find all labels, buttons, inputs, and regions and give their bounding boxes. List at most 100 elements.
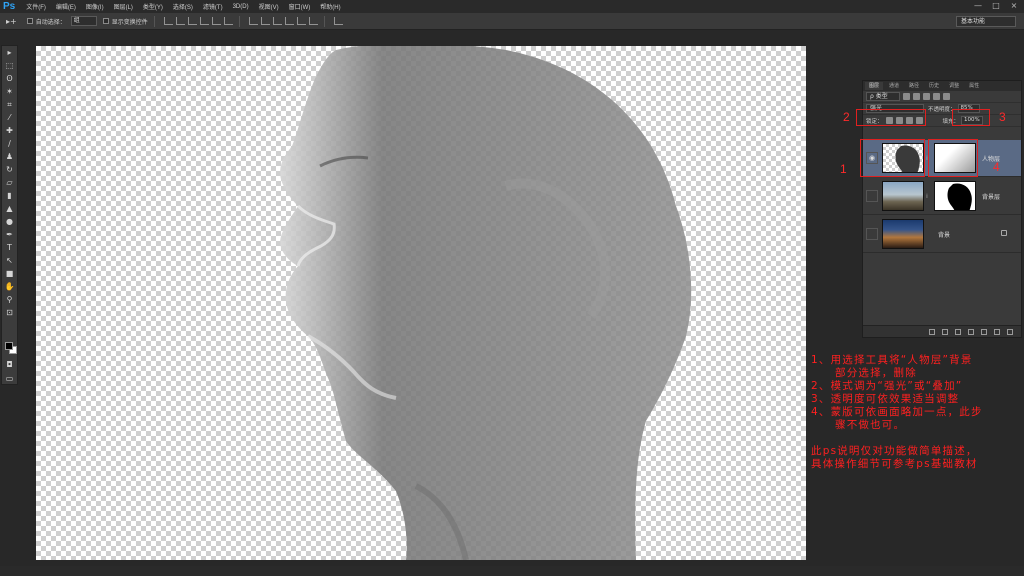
filter-adjust-icon[interactable] (913, 93, 920, 100)
eye-icon[interactable] (866, 228, 878, 240)
instruction-notes: 1、用选择工具将“人物层”背景 部分选择，删除 2、模式调为“强光”或“叠加” … (811, 354, 1021, 471)
stamp-tool-icon[interactable]: ♟ (2, 151, 17, 163)
menu-window[interactable]: 窗口(W) (284, 2, 316, 11)
workspace-dropdown[interactable]: 基本功能 (956, 16, 1016, 27)
document-canvas[interactable] (36, 46, 806, 560)
magic-wand-icon[interactable]: ✶ (2, 86, 17, 98)
annotation-box-opacity (952, 109, 990, 126)
eyedropper-icon[interactable]: ⁄ (2, 112, 17, 124)
tab-properties[interactable]: 属性 (965, 82, 983, 90)
eye-icon[interactable] (866, 190, 878, 202)
menu-image[interactable]: 图像(I) (81, 2, 109, 11)
adjustment-layer-icon[interactable] (968, 328, 974, 335)
tab-history[interactable]: 历史 (925, 82, 943, 90)
layer-name[interactable]: 背景 (938, 230, 950, 239)
gradient-tool-icon[interactable]: ▮ (2, 190, 17, 202)
distribute-left-icon[interactable] (284, 17, 294, 25)
align-right-icon[interactable] (223, 17, 233, 25)
menu-3d[interactable]: 3D(D) (228, 4, 254, 10)
filter-type-icon[interactable] (923, 93, 930, 100)
annotation-number-4: 4 (993, 160, 1000, 174)
type-tool-icon[interactable]: T (2, 242, 17, 254)
move-tool-icon[interactable]: ▸ (2, 47, 17, 59)
menu-layer[interactable]: 图层(L) (109, 2, 138, 11)
status-bar (0, 566, 1024, 576)
note-line: 骤不做也可。 (835, 419, 906, 431)
portrait-silhouette (280, 46, 692, 560)
menu-help[interactable]: 帮助(H) (315, 2, 345, 11)
layer-style-icon[interactable] (942, 328, 948, 335)
filter-pixel-icon[interactable] (903, 93, 910, 100)
portrait-mask-thumb (947, 183, 972, 210)
filter-row: ρ 类型 (863, 91, 1021, 103)
zoom-tool-icon[interactable]: ⚲ (2, 294, 17, 306)
menu-file[interactable]: 文件(F) (21, 2, 51, 11)
minimize-icon[interactable]: — (972, 1, 984, 10)
eraser-icon[interactable]: ▱ (2, 177, 17, 189)
hand-tool-icon[interactable]: ✋ (2, 281, 17, 293)
link-icon[interactable]: ⁞ (924, 193, 930, 200)
layer-row-background[interactable]: 背景 (863, 216, 1021, 253)
distribute-bottom-icon[interactable] (272, 17, 282, 25)
align-bottom-icon[interactable] (187, 17, 197, 25)
path-select-icon[interactable]: ↖ (2, 255, 17, 267)
layer-thumbnail[interactable] (882, 219, 924, 249)
quick-mask-icon[interactable]: ◘ (2, 359, 17, 371)
screen-mode-icon[interactable]: ▭ (2, 373, 17, 385)
add-mask-icon[interactable] (955, 328, 961, 335)
menu-edit[interactable]: 编辑(E) (51, 2, 81, 11)
footer-line: 此ps说明仅对功能做简单描述， (811, 445, 978, 457)
align-hcenter-icon[interactable] (211, 17, 221, 25)
pen-tool-icon[interactable]: ✒ (2, 229, 17, 241)
tab-paths[interactable]: 路径 (905, 82, 923, 90)
shape-tool-icon[interactable]: ■ (2, 268, 17, 280)
menu-view[interactable]: 视图(V) (254, 2, 284, 11)
marquee-tool-icon[interactable]: ⬚ (2, 60, 17, 72)
trash-icon[interactable] (1007, 328, 1013, 335)
new-group-icon[interactable] (981, 328, 987, 335)
blur-tool-icon[interactable]: ▲ (2, 203, 17, 215)
annotation-number-3: 3 (999, 110, 1006, 124)
foreground-color-swatch[interactable] (5, 342, 13, 350)
align-vcenter-icon[interactable] (175, 17, 185, 25)
dodge-tool-icon[interactable]: ● (2, 216, 17, 228)
distribute-vcenter-icon[interactable] (260, 17, 270, 25)
layer-mask-thumbnail[interactable] (934, 181, 976, 211)
filter-smart-icon[interactable] (943, 93, 950, 100)
menu-select[interactable]: 选择(S) (168, 2, 198, 11)
default-colors-icon[interactable]: ⊡ (2, 307, 17, 319)
panel-tabs: 图层 通道 路径 历史 调整 属性 (863, 81, 1021, 91)
distribute-top-icon[interactable] (248, 17, 258, 25)
layer-thumbnail[interactable] (882, 181, 924, 211)
history-brush-icon[interactable]: ↻ (2, 164, 17, 176)
layer-filter-dropdown[interactable]: ρ 类型 (866, 92, 900, 101)
close-icon[interactable]: × (1008, 1, 1020, 10)
filter-shape-icon[interactable] (933, 93, 940, 100)
maximize-icon[interactable]: □ (990, 1, 1002, 10)
tab-adjustments[interactable]: 调整 (945, 82, 963, 90)
layer-name[interactable]: 背景层 (982, 192, 1000, 201)
move-icon[interactable]: ▸+ (0, 17, 21, 26)
distribute-right-icon[interactable] (308, 17, 318, 25)
layer-row-background-copy[interactable]: ⁞ 背景层 (863, 178, 1021, 215)
tab-channels[interactable]: 通道 (885, 82, 903, 90)
align-left-icon[interactable] (199, 17, 209, 25)
tab-layers[interactable]: 图层 (865, 82, 884, 90)
link-layers-icon[interactable] (929, 328, 935, 335)
align-top-icon[interactable] (163, 17, 173, 25)
lasso-tool-icon[interactable]: ʘ (2, 73, 17, 85)
head-shape (280, 46, 692, 560)
auto-select-dropdown[interactable]: 组 (70, 16, 97, 26)
auto-align-icon[interactable] (333, 17, 343, 25)
new-layer-icon[interactable] (994, 328, 1000, 335)
menu-filter[interactable]: 滤镜(T) (198, 2, 228, 11)
options-bar: ▸+ 自动选择： 组 显示变换控件 基本功能 (0, 13, 1024, 30)
distribute-hcenter-icon[interactable] (296, 17, 306, 25)
brush-tool-icon[interactable]: ∕ (2, 138, 17, 150)
healing-brush-icon[interactable]: ✚ (2, 125, 17, 137)
crop-tool-icon[interactable]: ⌗ (2, 99, 17, 111)
annotation-box-layer-thumb (860, 139, 925, 177)
note-line: 4、蒙版可依画面略加一点，此步 (811, 406, 983, 418)
footer-line: 具体操作细节可参考ps基础教材 (811, 458, 978, 470)
menu-type[interactable]: 类型(Y) (138, 2, 168, 11)
